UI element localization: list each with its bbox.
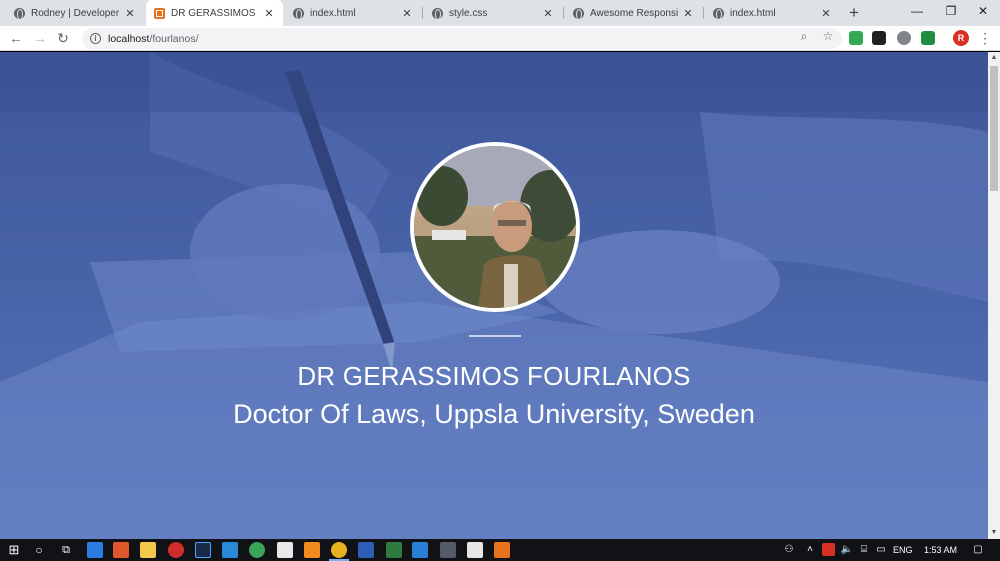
people-icon[interactable]: ⚇: [782, 539, 796, 561]
tab-separator: [422, 7, 423, 19]
tab-title: index.html: [730, 7, 776, 19]
extension-gray-icon[interactable]: [897, 31, 911, 45]
network-icon[interactable]: ⌸: [858, 539, 870, 561]
tab-index-html[interactable]: index.html ✕: [285, 0, 421, 26]
tab-strip: Rodney | Developer ✕ DR GERASSIMOS FOUR …: [0, 0, 1000, 26]
bookmark-star-icon[interactable]: ☆: [821, 29, 835, 43]
battery-icon[interactable]: ▭: [874, 539, 888, 561]
browser-toolbar: ← → ↻ i localhost/fourlanos/ ⌕ ☆ R ⋮: [0, 26, 1000, 51]
new-tab-button[interactable]: +: [845, 3, 863, 23]
globe-icon: [293, 7, 304, 20]
minimize-button[interactable]: —: [900, 0, 934, 22]
close-window-button[interactable]: ✕: [966, 0, 1000, 22]
notifications-icon[interactable]: ▢: [971, 539, 985, 561]
chrome-icon[interactable]: [331, 542, 347, 558]
vscode-icon[interactable]: [222, 542, 238, 558]
page-subtitle: Doctor Of Laws, Uppsla University, Swede…: [233, 399, 755, 429]
tab-index-html-2[interactable]: index.html ✕: [705, 0, 840, 26]
windows-taskbar: ⊞ ○ ⧉ ⚇ ˄ 🔈 ⌸ ▭ ENG 1:53 AM ▢: [0, 539, 1000, 561]
photos-icon[interactable]: [467, 542, 483, 558]
clock[interactable]: 1:53 AM: [924, 539, 957, 561]
tab-title: style.css: [449, 7, 488, 19]
menu-kebab-icon[interactable]: ⋮: [978, 29, 992, 47]
zoom-icon[interactable]: ⌕: [797, 29, 811, 43]
close-icon[interactable]: ✕: [542, 7, 554, 20]
mail-icon[interactable]: [277, 542, 293, 558]
profile-avatar[interactable]: R: [953, 30, 969, 46]
title-divider: [469, 335, 521, 337]
address-bar[interactable]: i localhost/fourlanos/: [82, 28, 842, 49]
chevron-up-icon[interactable]: ˄: [805, 539, 815, 561]
tab-title: index.html: [310, 7, 356, 19]
extension-cb-icon[interactable]: [872, 31, 886, 45]
tab-awesome-responsive[interactable]: Awesome Responsive T ✕: [565, 0, 702, 26]
tab-title: DR GERASSIMOS FOUR: [171, 7, 259, 19]
close-icon[interactable]: ✕: [124, 7, 136, 20]
extension-green-icon[interactable]: [849, 31, 863, 45]
close-icon[interactable]: ✕: [682, 7, 694, 20]
language-indicator[interactable]: ENG: [893, 539, 913, 561]
forward-button[interactable]: →: [30, 28, 50, 48]
file-explorer-icon[interactable]: [140, 542, 156, 558]
close-icon[interactable]: ✕: [401, 7, 413, 20]
tab-style-css[interactable]: style.css ✕: [424, 0, 562, 26]
word-icon[interactable]: [358, 542, 374, 558]
opera-icon[interactable]: [168, 542, 184, 558]
restore-button[interactable]: ❐: [934, 0, 968, 22]
tray-app-icon[interactable]: [822, 543, 835, 556]
close-icon[interactable]: ✕: [263, 7, 275, 20]
hero-section: DR GERASSIMOS FOURLANOS Doctor Of Laws, …: [0, 52, 988, 539]
tab-title: Rodney | Developer: [31, 7, 120, 19]
url-host: localhost: [108, 32, 150, 45]
globe-icon: [713, 7, 724, 20]
tab-separator: [703, 7, 704, 19]
reload-button[interactable]: ↻: [53, 28, 73, 48]
scroll-up-arrow-icon[interactable]: ▲: [988, 52, 1000, 64]
taskbar-app-icon[interactable]: [440, 542, 456, 558]
globe-icon: [432, 7, 443, 20]
brand-icon: [154, 7, 165, 19]
scroll-thumb[interactable]: [990, 66, 998, 191]
photoshop-icon[interactable]: [195, 542, 211, 558]
globe-icon: [14, 7, 25, 20]
extension-colorful-icon[interactable]: [921, 31, 935, 45]
browser-app-icon[interactable]: [249, 542, 265, 558]
taskbar-media-icon[interactable]: [113, 542, 129, 558]
search-circle-icon[interactable]: ○: [31, 539, 47, 561]
tab-dr-gerassimos[interactable]: DR GERASSIMOS FOUR ✕: [146, 0, 283, 26]
tab-rodney-developer[interactable]: Rodney | Developer ✕: [6, 0, 144, 26]
url-path: /fourlanos/: [149, 32, 199, 45]
tab-title: Awesome Responsive T: [590, 7, 678, 19]
page-scrollbar[interactable]: ▲ ▼: [988, 52, 1000, 539]
back-button[interactable]: ←: [6, 28, 26, 48]
taskbar-app-icon[interactable]: [87, 542, 103, 558]
taskbar-app-icon[interactable]: [412, 542, 428, 558]
page-title: DR GERASSIMOS FOURLANOS: [297, 361, 691, 391]
info-icon[interactable]: i: [90, 33, 101, 44]
task-view-icon[interactable]: ⧉: [58, 539, 74, 561]
volume-icon[interactable]: 🔈: [840, 539, 854, 561]
tab-separator: [563, 7, 564, 19]
close-icon[interactable]: ✕: [820, 7, 832, 20]
vlc-icon[interactable]: [304, 542, 320, 558]
xampp-icon[interactable]: [494, 542, 510, 558]
taskbar-app-icon[interactable]: [386, 542, 402, 558]
globe-icon: [573, 7, 584, 20]
scroll-down-arrow-icon[interactable]: ▼: [988, 527, 1000, 539]
windows-start-icon[interactable]: ⊞: [6, 539, 22, 561]
profile-photo: [410, 142, 580, 312]
